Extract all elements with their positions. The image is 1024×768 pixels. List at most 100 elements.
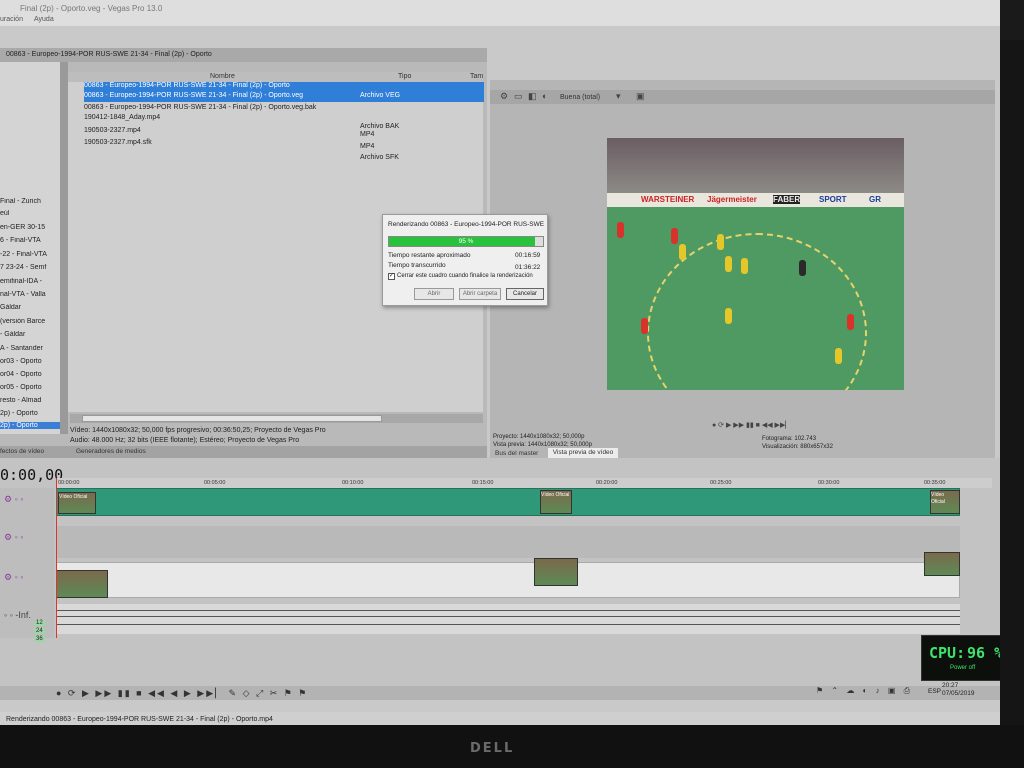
track-fx-icon[interactable]: ⚙ ◦ ◦	[4, 532, 23, 543]
file-name: 190503-2327.mp4.sfk	[84, 139, 152, 146]
playhead[interactable]	[56, 478, 57, 638]
track-fx-icon[interactable]: ⚙ ◦ ◦	[4, 494, 23, 505]
tree-item[interactable]: or04 - Oporto	[0, 371, 60, 378]
open-button[interactable]: Abrir	[414, 288, 454, 300]
file-row[interactable]: 190412-1848_Aday.mp4 Archivo BAK	[84, 114, 484, 130]
file-row[interactable]: 00863 - Europeo-1994-POR RUS-SWE 21-34 -…	[84, 82, 484, 92]
tab-media-generators[interactable]: Generadores de medios	[76, 448, 146, 455]
tab-master-bus[interactable]: Bus del master	[495, 450, 538, 457]
column-type[interactable]: Tipo	[398, 73, 411, 80]
column-name[interactable]: Nombre	[210, 73, 235, 80]
elapsed-label: Tiempo transcurrido	[388, 262, 446, 269]
close-when-done-checkbox[interactable]: ✓	[388, 273, 395, 280]
system-tray[interactable]: ⚑ ⌃ ☁ ◐ ♪ ▣ ⎙	[816, 686, 913, 696]
file-row[interactable]: 190503-2327.mp4 MP4	[84, 127, 484, 138]
scrollbar-thumb[interactable]	[82, 415, 382, 422]
app-title: Final (2p) - Oporto.veg - Vegas Pro 13.0	[20, 4, 163, 13]
ruler-tick-label: 00:30:00	[818, 480, 840, 486]
tree-item[interactable]: -22 - Final-VTA	[0, 251, 60, 258]
tree-item[interactable]: A - Santander	[0, 345, 60, 352]
input-language[interactable]: ESP	[928, 688, 941, 695]
tree-item[interactable]: nal-VTA - Valla	[0, 291, 60, 298]
menu-help[interactable]: Ayuda	[34, 16, 54, 23]
ruler-tick-label: 00:35:00	[924, 480, 946, 486]
tab-video-preview[interactable]: Vista previa de vídeo	[548, 448, 618, 458]
project-info: Proyecto: 1440x1080x32; 50,000p	[493, 434, 585, 440]
preview-quality[interactable]: Buena (total)	[560, 94, 600, 101]
ad-text: FABER	[773, 195, 801, 204]
video-track-3[interactable]	[56, 562, 960, 598]
tree-item[interactable]: or03 - Oporto	[0, 358, 60, 365]
player	[799, 260, 806, 276]
tree-item[interactable]: eúl	[0, 210, 60, 217]
video-crowd	[607, 138, 904, 193]
file-row[interactable]: 00863 - Europeo-1994-POR RUS-SWE 21-34 -…	[84, 92, 484, 102]
file-list-header	[68, 72, 483, 82]
video-track-2[interactable]	[56, 526, 960, 558]
player	[679, 244, 686, 260]
tree-item[interactable]: 2p) - Oporto	[0, 410, 60, 417]
ruler-tick-label: 00:00:00	[58, 480, 80, 486]
tree-item[interactable]: 6 - Final-VTA	[0, 237, 60, 244]
clip-thumbnail[interactable]: Vídeo Oficial	[58, 492, 96, 514]
cpu-label: CPU:	[929, 644, 966, 662]
tree-item-selected[interactable]: 2p) - Oporto	[0, 422, 60, 429]
tree-item[interactable]: Final - Zurich	[0, 198, 60, 205]
tree-item[interactable]: Gáldar	[0, 304, 60, 311]
file-type: Archivo VEG	[360, 92, 401, 99]
tree-item[interactable]: emifinal-IDA -	[0, 278, 60, 285]
clip-thumbnail[interactable]	[534, 558, 578, 586]
clip-thumbnail[interactable]: Vídeo Oficial	[540, 490, 572, 514]
timeline-transport[interactable]: ● ⟳ ▶ ▶▶ ▮▮ ■ ◀◀ ◀ ▶ ▶▶▏ ✎ ◇ ⤢ ✂ ⚑ ⚑	[56, 688, 308, 699]
timeline-ruler[interactable]	[56, 478, 992, 488]
tree-item[interactable]: resto - Almad	[0, 397, 60, 404]
tree-scrollbar[interactable]	[60, 62, 68, 434]
ad-text: SPORT	[819, 195, 847, 204]
tree-item[interactable]: (versión Barce	[0, 318, 60, 325]
overlay-icon[interactable]: ◧	[528, 91, 537, 102]
file-name: 00863 - Europeo-1994-POR RUS-SWE 21-34 -…	[84, 82, 290, 89]
menu-config[interactable]: uración	[0, 16, 23, 23]
clip-thumbnail[interactable]	[56, 570, 108, 598]
file-name: 190503-2327.mp4	[84, 127, 141, 134]
status-text: Renderizando 00863 - Europeo-1994-POR RU…	[6, 716, 273, 723]
ruler-tick-label: 00:20:00	[596, 480, 618, 486]
clock-date[interactable]: 07/05/2019	[942, 690, 975, 697]
file-row[interactable]: 00863 - Europeo-1994-POR RUS-SWE 21-34 -…	[84, 104, 484, 114]
clip-thumbnail[interactable]	[924, 552, 960, 576]
timecode-display: 0:00,00	[0, 466, 64, 484]
tree-item[interactable]: - Gáldar	[0, 331, 60, 338]
tree-item[interactable]: or05 - Oporto	[0, 384, 60, 391]
chevron-down-icon[interactable]: ▾	[616, 91, 621, 102]
frame-info: Fotograma: 102.743	[762, 436, 817, 442]
rate-label: 24	[34, 628, 45, 634]
cpu-subtext: Power off	[950, 665, 976, 671]
render-progress-label: 95 %	[458, 238, 474, 245]
audio-track[interactable]	[56, 604, 960, 634]
video-track-1[interactable]	[56, 488, 960, 516]
ad-text: GR	[869, 195, 881, 204]
open-folder-button[interactable]: Abrir carpeta	[459, 288, 501, 300]
file-row[interactable]: 190503-2327.mp4.sfk MP4	[84, 139, 484, 150]
file-row[interactable]: Archivo SFK	[84, 154, 484, 164]
tab-video-effects[interactable]: fectos de vídeo	[0, 448, 44, 455]
snapshot-icon[interactable]: ▣	[636, 91, 645, 102]
ruler-tick-label: 00:10:00	[342, 480, 364, 486]
remaining-label: Tiempo restante aproximado	[388, 252, 471, 259]
file-name: 00863 - Europeo-1994-POR RUS-SWE 21-34 -…	[84, 104, 317, 111]
clock-time[interactable]: 20:27	[942, 682, 958, 689]
track-audio-icon[interactable]: ◦ ◦ -Inf.	[4, 610, 31, 620]
preview-transport[interactable]: ● ⟳ ▶ ▶▶ ▮▮ ■ ◀◀ ▶▶▏	[712, 421, 791, 429]
cpu-value: 96 %	[967, 644, 1004, 662]
clip-thumbnail[interactable]: Vídeo Oficial	[930, 490, 960, 514]
tree-item[interactable]: 7 23-24 - Semf	[0, 264, 60, 271]
player	[725, 256, 732, 272]
track-fx-icon[interactable]: ⚙ ◦ ◦	[4, 572, 23, 583]
cancel-button[interactable]: Cancelar	[506, 288, 544, 300]
player	[835, 348, 842, 364]
column-size[interactable]: Tam	[470, 73, 483, 80]
split-icon[interactable]: ◐	[542, 91, 547, 101]
settings-icon[interactable]: ⚙	[500, 91, 508, 102]
tree-item[interactable]: en-GER 30-15	[0, 224, 60, 231]
external-monitor-icon[interactable]: ▭	[514, 91, 523, 102]
